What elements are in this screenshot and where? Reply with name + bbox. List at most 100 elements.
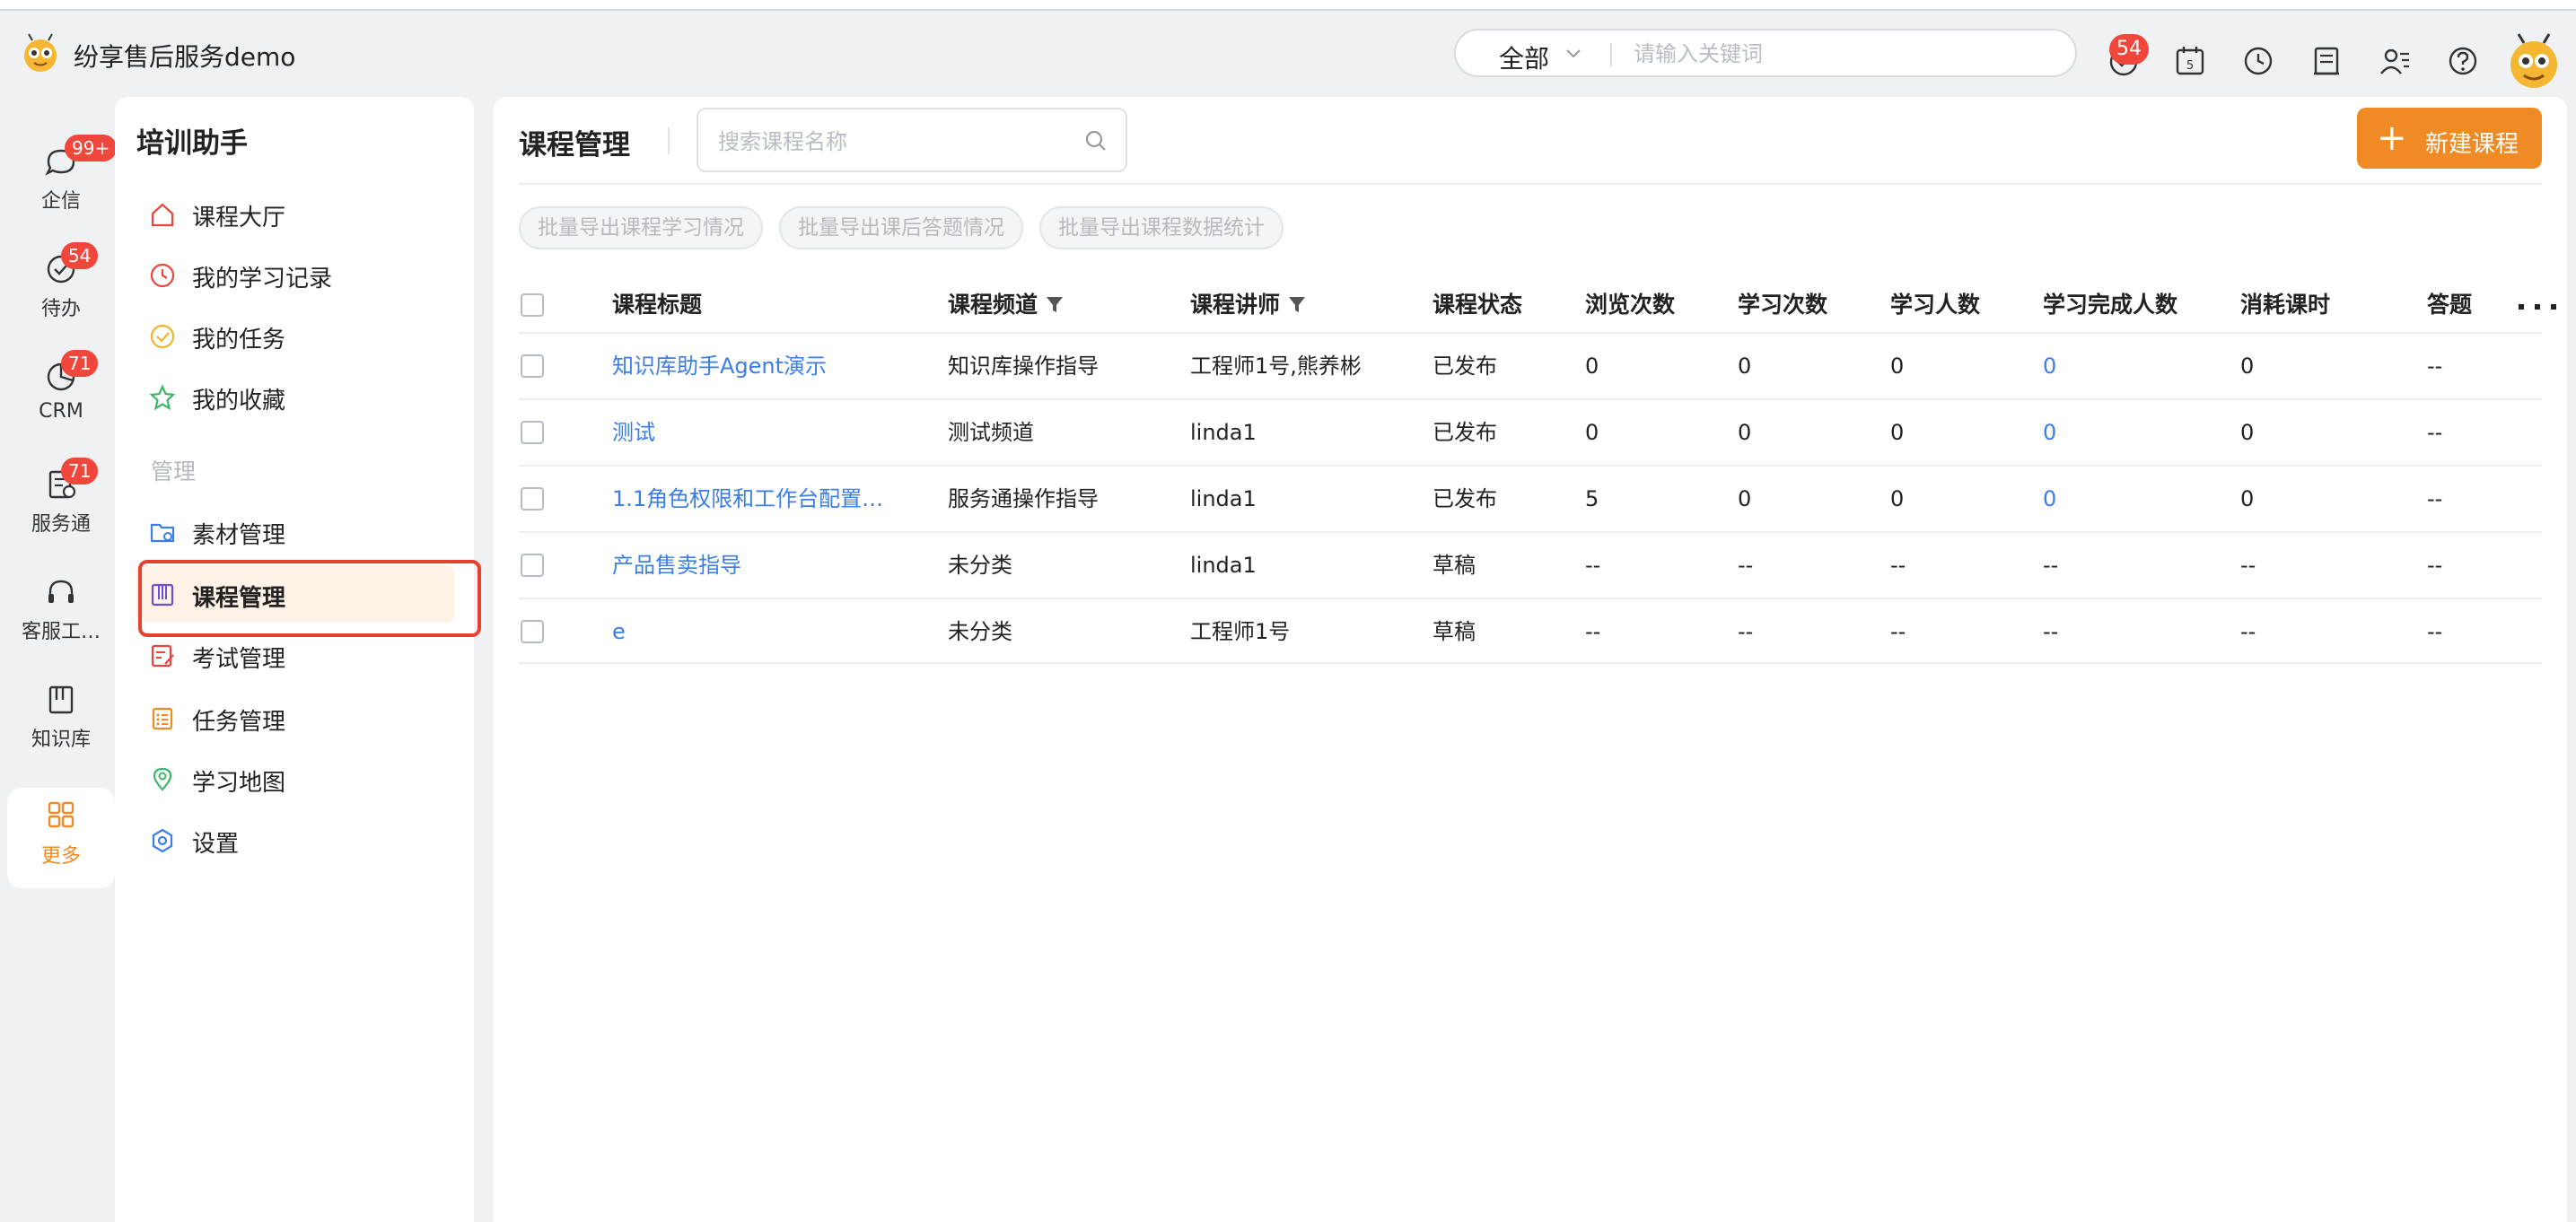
table-row[interactable]: 产品售卖指导 未分类 linda1 草稿 -- -- -- -- -- -- (519, 531, 2542, 599)
sidebar-item-label: 任务管理 (192, 709, 286, 736)
filter-icon[interactable] (1287, 294, 1307, 314)
column-header-channel[interactable]: 课程频道 (948, 273, 1181, 337)
sidebar-item-label: 我的任务 (192, 327, 286, 354)
completed-count-link[interactable]: 0 (2043, 467, 2231, 531)
course-status: 草稿 (1433, 619, 1476, 644)
settings-icon (152, 828, 173, 853)
completed-count-link[interactable]: 0 (2043, 334, 2231, 398)
app-logo-icon[interactable] (18, 31, 63, 75)
star-icon (149, 384, 176, 411)
clock-icon[interactable] (2240, 43, 2276, 79)
new-course-button[interactable]: + 新建课程 (2357, 108, 2542, 169)
export-learning-button[interactable]: 批量导出课程学习情况 (519, 206, 763, 249)
rail-item-customer-service[interactable]: 客服工… (7, 565, 115, 655)
column-header[interactable]: 消耗课时 (2240, 273, 2411, 337)
table-row[interactable]: 测试 测试频道 linda1 已发布 0 0 0 0 0 -- (519, 398, 2542, 467)
rail-item-crm[interactable]: 71 CRM (7, 350, 115, 440)
rail-item-todo[interactable]: 54 待办 (7, 242, 115, 332)
sidebar-item-my-tasks[interactable]: 我的任务 (136, 307, 454, 364)
sidebar-item-task-management[interactable]: 任务管理 (136, 689, 454, 746)
rail-label: 服务通 (31, 513, 91, 536)
row-checkbox[interactable] (521, 554, 544, 577)
course-search-input[interactable] (716, 126, 1079, 158)
sidebar-item-learning-map[interactable]: 学习地图 (136, 750, 454, 807)
course-instructor: 工程师1号,熊养彬 (1190, 354, 1362, 379)
page-title: 课程管理 (519, 129, 630, 161)
rail-badge: 71 (61, 458, 99, 484)
calendar-icon[interactable]: 5 (2172, 43, 2208, 79)
sidebar-item-favorites[interactable]: 我的收藏 (136, 368, 454, 425)
export-answers-button[interactable]: 批量导出课后答题情况 (779, 206, 1023, 249)
search-divider (1610, 43, 1612, 66)
learner-count: -- (1890, 619, 1906, 644)
column-header: 课程频道 (948, 292, 1038, 318)
course-title-link[interactable]: 1.1角色权限和工作台配置… (612, 467, 890, 531)
rail-item-knowledge[interactable]: 知识库 (7, 673, 115, 763)
search-icon[interactable] (1082, 127, 1109, 154)
hours-consumed: 0 (2240, 354, 2255, 379)
column-header-instructor[interactable]: 课程讲师 (1190, 273, 1424, 337)
task-list-icon (152, 707, 173, 730)
answers: -- (2427, 354, 2443, 379)
table-row[interactable]: 知识库助手Agent演示 知识库操作指导 工程师1号,熊养彬 已发布 0 0 0… (519, 332, 2542, 400)
column-header[interactable]: 课程状态 (1433, 273, 1576, 337)
row-checkbox[interactable] (521, 421, 544, 444)
view-count: -- (1585, 553, 1601, 578)
sidebar-item-settings[interactable]: 设置 (136, 811, 454, 868)
new-course-label: 新建课程 (2425, 131, 2519, 158)
global-search: 全部 (1454, 29, 2077, 77)
filter-icon[interactable] (1045, 294, 1065, 314)
inbox-icon[interactable] (2309, 43, 2344, 79)
column-header[interactable]: 学习次数 (1738, 273, 1881, 337)
sidebar-group-label: 管理 (151, 458, 197, 484)
course-instructor: linda1 (1190, 420, 1257, 445)
export-statistics-button[interactable]: 批量导出课程数据统计 (1039, 206, 1284, 249)
row-checkbox[interactable] (521, 354, 544, 378)
table-row[interactable]: 1.1角色权限和工作台配置… 服务通操作指导 linda1 已发布 5 0 0 … (519, 465, 2542, 533)
completed-count-link[interactable]: 0 (2043, 400, 2231, 465)
sidebar-item-my-records[interactable]: 我的学习记录 (136, 246, 454, 303)
sidebar-item-materials[interactable]: 素材管理 (136, 502, 454, 560)
answers: -- (2427, 619, 2443, 644)
table-row[interactable]: e 未分类 工程师1号 草稿 -- -- -- -- -- -- (519, 598, 2542, 666)
learner-count: 0 (1890, 354, 1905, 379)
course-status: 已发布 (1433, 486, 1497, 511)
chevron-down-icon[interactable] (1562, 41, 1585, 65)
select-all-checkbox[interactable] (521, 293, 544, 317)
user-avatar[interactable] (2504, 32, 2563, 92)
rail-item-qixin[interactable]: 99+ 企信 (7, 135, 118, 224)
course-title-link[interactable]: 测试 (612, 400, 890, 465)
course-title-link[interactable]: 知识库助手Agent演示 (612, 334, 890, 398)
rail-item-service[interactable]: 71 服务通 (7, 458, 115, 547)
column-header[interactable]: 学习人数 (1890, 273, 2034, 337)
column-header[interactable]: 学习完成人数 (2043, 273, 2231, 337)
users-icon[interactable] (2377, 43, 2413, 79)
more-columns-icon[interactable] (2517, 303, 2560, 310)
exam-icon (151, 644, 174, 668)
course-title-link[interactable]: 产品售卖指导 (612, 533, 890, 598)
study-count: 0 (1738, 420, 1752, 445)
global-search-input[interactable] (1632, 36, 2048, 72)
view-count: 0 (1585, 420, 1599, 445)
highlight-annotation (138, 560, 481, 637)
row-checkbox[interactable] (521, 487, 544, 511)
window-top-border (0, 0, 2576, 11)
svg-text:5: 5 (2186, 59, 2194, 73)
rail-label: 企信 (40, 190, 81, 213)
column-header[interactable]: 答题 (2427, 273, 2513, 337)
column-header[interactable]: 浏览次数 (1585, 273, 1729, 337)
search-scope-select[interactable]: 全部 (1499, 39, 1549, 75)
rail-item-more[interactable]: 更多 (7, 788, 115, 888)
help-icon[interactable] (2445, 43, 2481, 79)
sidebar-item-course-hall[interactable]: 课程大厅 (136, 185, 454, 242)
answers: -- (2427, 553, 2443, 578)
course-title-link[interactable]: e (612, 599, 890, 664)
rail-badge: 99+ (65, 135, 118, 161)
answers: -- (2427, 486, 2443, 511)
row-checkbox[interactable] (521, 620, 544, 643)
course-instructor: linda1 (1190, 553, 1257, 578)
hours-consumed: 0 (2240, 486, 2255, 511)
column-header[interactable]: 课程标题 (612, 273, 935, 337)
view-count: 0 (1585, 354, 1599, 379)
rail-label: 更多 (40, 845, 81, 868)
